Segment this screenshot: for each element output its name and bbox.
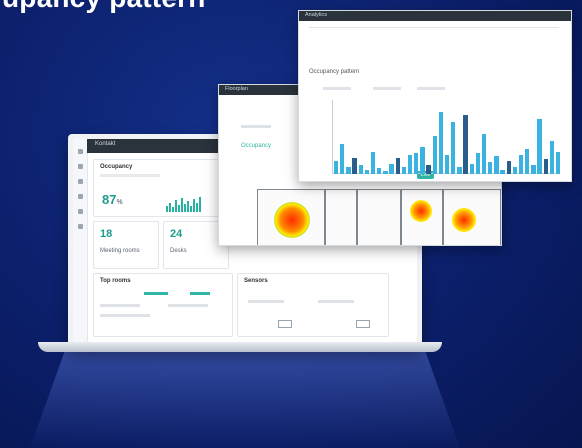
room[interactable] — [401, 189, 443, 245]
chart-bar[interactable] — [549, 141, 554, 174]
section-title: Occupancy — [100, 164, 133, 170]
chart-bar[interactable] — [340, 144, 345, 174]
heatmap-spot — [410, 200, 432, 222]
sparkline — [166, 196, 201, 212]
laptop-reflection — [30, 352, 460, 448]
widget-card[interactable]: 18 Meeting rooms — [93, 221, 159, 269]
toggle[interactable] — [356, 320, 370, 328]
list-card: Sensors — [237, 273, 389, 337]
nav-icon[interactable] — [77, 149, 83, 154]
chart-bar[interactable] — [500, 169, 505, 174]
list-item[interactable] — [248, 300, 284, 303]
list-item[interactable] — [168, 304, 208, 307]
chart-bar[interactable] — [352, 157, 357, 174]
chart-bar[interactable] — [506, 160, 511, 174]
widget-label: Desks — [170, 248, 187, 254]
headline: upancy pattern — [2, 0, 206, 14]
widget-value: 18 — [100, 228, 113, 240]
list-item[interactable] — [100, 314, 150, 317]
chart-bar[interactable] — [334, 160, 339, 174]
chart-bar[interactable] — [494, 156, 499, 174]
chart-bar[interactable] — [364, 169, 370, 174]
list-title: Top rooms — [100, 278, 131, 284]
chart-bar[interactable] — [488, 162, 493, 174]
floorplan-label: Occupancy — [241, 143, 272, 149]
chart-bar[interactable] — [537, 119, 542, 174]
chart-bar[interactable] — [377, 168, 382, 174]
progress-bar — [144, 292, 168, 295]
chart-title: Occupancy pattern — [309, 69, 360, 75]
nav-icon[interactable] — [77, 164, 83, 169]
chart-bar[interactable] — [555, 151, 561, 174]
chart-bar[interactable] — [518, 154, 524, 174]
subtitle-placeholder — [100, 174, 160, 177]
chart-bar[interactable] — [475, 153, 481, 174]
chart-bar[interactable] — [389, 163, 394, 174]
laptop-sidebar — [73, 139, 88, 345]
list-title: Sensors — [244, 278, 268, 284]
chart-bar[interactable] — [463, 114, 468, 174]
nav-icon[interactable] — [77, 224, 83, 229]
heatmap-spot — [452, 208, 476, 232]
chart-bar[interactable] — [469, 163, 474, 174]
chart-bar[interactable] — [457, 166, 462, 174]
nav-icon[interactable] — [77, 194, 83, 199]
y-axis — [332, 100, 333, 174]
window-title: Floorplan — [225, 86, 248, 92]
filter-chip[interactable] — [323, 87, 351, 90]
chart-bar[interactable] — [438, 111, 444, 174]
placeholder-line — [241, 125, 271, 128]
widget-label: Meeting rooms — [100, 248, 140, 254]
window-topbar: Analytics — [299, 11, 571, 21]
toggle[interactable] — [278, 320, 292, 328]
chart-bar[interactable] — [444, 154, 450, 174]
progress-bar — [190, 292, 210, 295]
nav-icon[interactable] — [77, 179, 83, 184]
chart-bar[interactable] — [426, 165, 431, 174]
chart-bar[interactable] — [420, 147, 425, 174]
chart-bar[interactable] — [512, 166, 517, 174]
laptop-base — [38, 342, 442, 352]
widget-value: 24 — [170, 228, 183, 240]
window-title: Analytics — [305, 12, 328, 18]
metric-value: 87% — [102, 192, 123, 207]
chart-bar[interactable] — [401, 167, 407, 174]
topbar-title: Kontakt — [95, 141, 116, 147]
room[interactable] — [325, 189, 357, 245]
chart-bar[interactable] — [407, 154, 413, 174]
chart-bar[interactable] — [525, 148, 530, 174]
occupancy-bar-chart — [332, 100, 561, 174]
heatmap-spot — [274, 202, 310, 238]
list-item[interactable] — [318, 300, 354, 303]
nav-icon[interactable] — [77, 209, 83, 214]
list-item[interactable] — [100, 304, 140, 307]
filter-chip[interactable] — [417, 87, 445, 90]
chart-bar[interactable] — [543, 159, 548, 174]
filter-chip[interactable] — [373, 87, 401, 90]
room[interactable] — [443, 189, 501, 245]
chart-bar[interactable] — [370, 151, 376, 174]
chart-bar[interactable] — [414, 153, 419, 174]
list-card: Top rooms — [93, 273, 233, 337]
chart-bar[interactable] — [481, 134, 487, 174]
chart-bar[interactable] — [451, 122, 456, 174]
tab-divider — [309, 27, 559, 28]
chart-bar[interactable] — [432, 135, 437, 174]
chart-bar[interactable] — [531, 165, 536, 174]
chart-bar[interactable] — [358, 165, 363, 174]
room[interactable] — [357, 189, 401, 245]
chart-bar[interactable] — [346, 166, 351, 174]
chart-bar[interactable] — [395, 157, 400, 174]
room[interactable] — [257, 189, 325, 245]
chart-bar[interactable] — [383, 171, 388, 174]
